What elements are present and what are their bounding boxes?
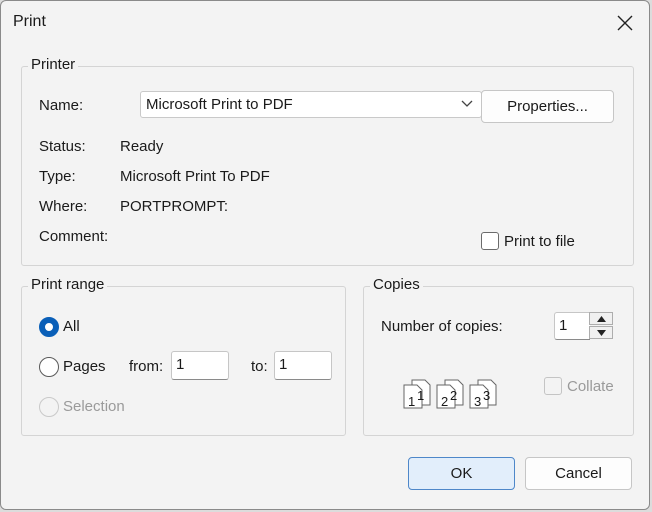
selection-label: Selection [63, 398, 125, 415]
chevron-down-icon [461, 100, 473, 107]
print-dialog: Print Printer Name: Microsoft Print to P… [0, 0, 650, 510]
all-label[interactable]: All [63, 318, 80, 335]
ok-button[interactable]: OK [408, 457, 515, 490]
pages-label[interactable]: Pages [63, 358, 106, 375]
cancel-button[interactable]: Cancel [525, 457, 632, 490]
print-range-group-label: Print range [28, 276, 108, 293]
to-label: to: [251, 358, 268, 375]
pages-radio[interactable] [39, 357, 59, 377]
copies-group: Copies Number of copies: 1 1 1 2 2 3 3 C… [363, 276, 634, 436]
number-of-copies-input[interactable]: 1 [554, 312, 590, 340]
selection-radio [39, 397, 59, 417]
print-to-file-checkbox[interactable] [481, 232, 499, 250]
dialog-title: Print [13, 13, 46, 30]
from-input[interactable]: 1 [171, 351, 229, 380]
collate-page-2a: 2 [441, 394, 448, 409]
copies-spin-control [589, 312, 613, 339]
status-label: Status: [39, 138, 86, 155]
status-value: Ready [120, 138, 164, 155]
all-radio[interactable] [39, 317, 59, 337]
type-label: Type: [39, 168, 76, 185]
increment-button[interactable] [589, 312, 613, 325]
printer-group-label: Printer [28, 56, 79, 73]
collate-label: Collate [567, 378, 614, 395]
type-value: Microsoft Print To PDF [120, 168, 270, 185]
close-button[interactable] [601, 1, 649, 45]
collate-checkbox [544, 377, 562, 395]
name-label: Name: [39, 97, 84, 114]
number-of-copies-label: Number of copies: [381, 318, 503, 335]
triangle-down-icon [596, 329, 606, 336]
collate-page-3b: 3 [483, 388, 490, 403]
print-range-group: Print range All Pages from: 1 to: 1 Sele… [21, 276, 346, 436]
collate-page-1b: 1 [417, 388, 424, 403]
where-value: PORTPROMPT: [120, 198, 229, 215]
print-to-file-label[interactable]: Print to file [504, 233, 575, 250]
title-bar: Print [1, 1, 649, 45]
close-icon [617, 15, 633, 31]
from-label: from: [129, 358, 164, 375]
collate-page-1a: 1 [408, 394, 415, 409]
collate-page-3a: 3 [474, 394, 481, 409]
printer-name-select[interactable]: Microsoft Print to PDF [140, 91, 482, 118]
printer-name-value: Microsoft Print to PDF [146, 96, 293, 113]
printer-group: Printer Name: Microsoft Print to PDF Pro… [21, 56, 634, 266]
where-label: Where: [39, 198, 88, 215]
comment-label: Comment: [39, 228, 109, 245]
triangle-up-icon [596, 315, 606, 322]
collate-page-2b: 2 [450, 388, 457, 403]
copies-group-label: Copies [370, 276, 423, 293]
to-input[interactable]: 1 [274, 351, 332, 380]
collate-pages-icon: 1 1 2 2 3 3 [403, 379, 497, 409]
properties-button[interactable]: Properties... [481, 90, 614, 123]
decrement-button[interactable] [589, 326, 613, 339]
